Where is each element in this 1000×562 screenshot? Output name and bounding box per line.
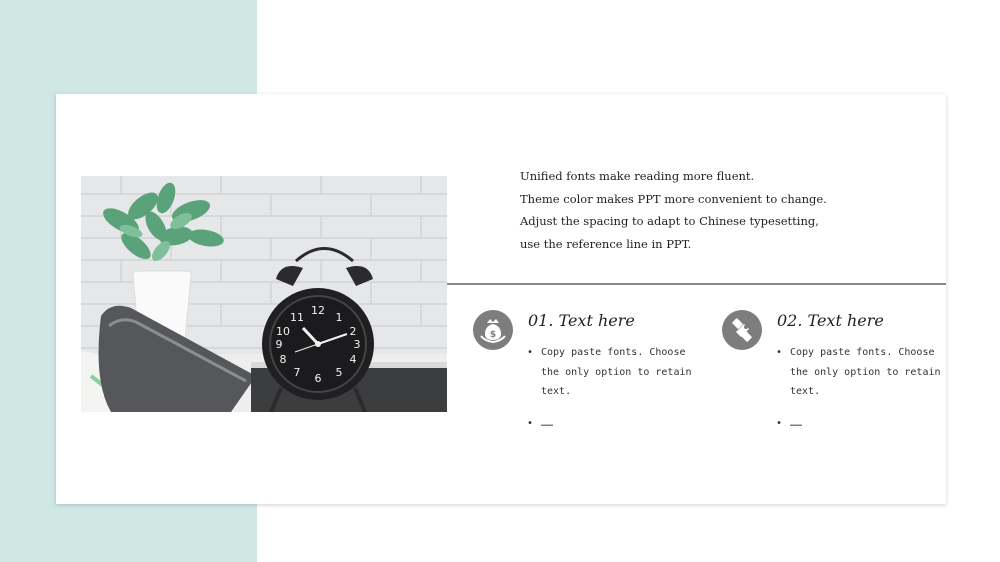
- clock-numeral-10: 10: [276, 325, 290, 338]
- clock-numeral-5: 5: [336, 366, 343, 379]
- handshake-icon: [722, 310, 762, 350]
- intro-line: Unified fonts make reading more fluent.: [520, 169, 755, 183]
- clock-numeral-6: 6: [315, 372, 322, 385]
- clock-numeral-9: 9: [276, 338, 283, 351]
- clock-numeral-2: 2: [350, 325, 357, 338]
- alarm-clock-photo: 12 1 2 3 4 5 6 7 8 9 10 11: [81, 176, 447, 412]
- intro-line: Theme color makes PPT more convenient to…: [520, 191, 827, 206]
- intro-line: use the reference line in PPT.: [520, 236, 692, 251]
- intro-line: Adjust the spacing to adapt to Chinese t…: [520, 214, 819, 228]
- feature-bullet-list: Copy paste fonts. Choose the only option…: [526, 343, 696, 433]
- feature-bullet-list: Copy paste fonts. Choose the only option…: [775, 343, 945, 433]
- section-divider: [447, 283, 946, 285]
- clock-numeral-11: 11: [290, 311, 304, 324]
- clock-numeral-7: 7: [294, 366, 301, 379]
- intro-text: Unified fonts make reading more fluent. …: [520, 165, 920, 255]
- content-card: 12 1 2 3 4 5 6 7 8 9 10 11 Unified fonts…: [56, 94, 946, 504]
- clock-numeral-1: 1: [336, 311, 343, 324]
- list-item: Copy paste fonts. Choose the only option…: [775, 343, 945, 402]
- money-bag-icon: $: [473, 310, 513, 350]
- feature-title: 02. Text here: [777, 311, 884, 330]
- list-item: Copy paste fonts. Choose the only option…: [526, 343, 696, 402]
- svg-text:$: $: [490, 330, 496, 340]
- clock-numeral-3: 3: [354, 338, 361, 351]
- list-item: ……: [526, 414, 696, 434]
- clock-numeral-12: 12: [311, 304, 325, 317]
- feature-title: 01. Text here: [528, 311, 635, 330]
- clock-numeral-8: 8: [280, 353, 287, 366]
- clock-numeral-4: 4: [350, 353, 357, 366]
- list-item: ……: [775, 414, 945, 434]
